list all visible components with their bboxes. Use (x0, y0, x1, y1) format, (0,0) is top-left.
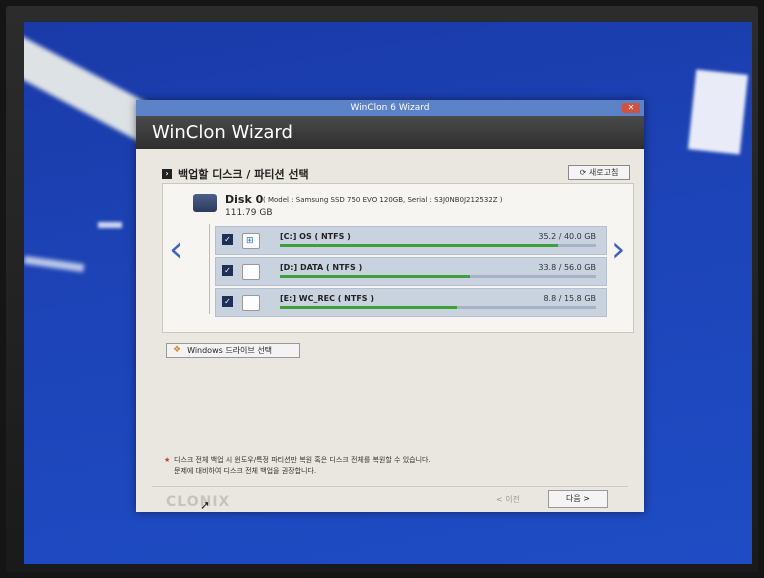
note-line-1: 디스크 전체 백업 시 윈도우/특정 파티션만 복원 혹은 디스크 전체를 복원… (174, 456, 431, 464)
partition-row[interactable]: ✓ ⊞ [C:] OS ( NTFS ) 35.2 / 40.0 GB (215, 226, 607, 255)
partition-usage-bar (280, 275, 596, 278)
partition-size: 33.8 / 56.0 GB (538, 263, 596, 272)
tree-connector (209, 224, 210, 314)
footer-divider (152, 486, 628, 487)
partition-size: 35.2 / 40.0 GB (538, 232, 596, 241)
section-title-text: 백업할 디스크 / 파티션 선택 (178, 168, 309, 181)
refresh-icon: ⟳ (579, 168, 587, 177)
partition-size: 8.8 / 15.8 GB (543, 294, 596, 303)
windows-drive-label: Windows 드라이브 선택 (187, 346, 273, 355)
screen-glare (687, 69, 749, 155)
asterisk-icon: ★ (164, 456, 171, 464)
drive-icon (242, 264, 260, 280)
disk-name: Disk 0 (225, 193, 264, 206)
monitor-bezel: WinClon 6 Wizard ✕ WinClon Wizard › 백업할 … (6, 6, 758, 572)
note-line-2: 문제에 대비하여 디스크 전체 백업을 권장합니다. (174, 467, 317, 475)
disk-model: ( Model : Samsung SSD 750 EVO 120GB, Ser… (263, 196, 503, 204)
close-button[interactable]: ✕ (622, 103, 640, 113)
partition-usage-bar (280, 244, 596, 247)
prev-disk-arrow-icon[interactable]: ‹ (169, 229, 183, 270)
partition-checkbox[interactable]: ✓ (222, 234, 233, 245)
disk-panel: Disk 0 ( Model : Samsung SSD 750 EVO 120… (162, 183, 634, 333)
next-disk-arrow-icon[interactable]: › (611, 229, 625, 270)
window-titlebar[interactable]: WinClon 6 Wizard ✕ (136, 100, 644, 116)
drive-icon (242, 295, 260, 311)
wizard-header: WinClon Wizard (136, 116, 644, 149)
desktop-screen: WinClon 6 Wizard ✕ WinClon Wizard › 백업할 … (24, 22, 752, 564)
section-marker-icon: › (162, 169, 172, 179)
next-button[interactable]: 다음 > (548, 490, 608, 508)
partition-row[interactable]: ✓ [E:] WC_REC ( NTFS ) 8.8 / 15.8 GB (215, 288, 607, 317)
screen-glare (24, 255, 85, 273)
prev-button[interactable]: < 이전 (496, 494, 520, 505)
partition-checkbox[interactable]: ✓ (222, 296, 233, 307)
mouse-cursor-icon: ➚ (200, 498, 211, 512)
windows-drive-select-button[interactable]: ❖ Windows 드라이브 선택 (166, 343, 300, 358)
partition-name: [D:] DATA ( NTFS ) (280, 263, 363, 272)
window-title: WinClon 6 Wizard (350, 103, 430, 113)
wizard-window: WinClon 6 Wizard ✕ WinClon Wizard › 백업할 … (136, 100, 644, 512)
hard-disk-icon (193, 194, 217, 212)
partition-usage-bar (280, 306, 596, 309)
disk-size: 111.79 GB (225, 208, 273, 218)
screen-glare (98, 222, 122, 228)
section-title: › 백업할 디스크 / 파티션 선택 (162, 166, 309, 182)
backup-note: ★ 디스크 전체 백업 시 윈도우/특정 파티션만 복원 혹은 디스크 전체를 … (164, 455, 431, 477)
partition-name: [E:] WC_REC ( NTFS ) (280, 294, 374, 303)
windows-drive-icon: ⊞ (242, 233, 260, 249)
partition-checkbox[interactable]: ✓ (222, 265, 233, 276)
partition-row[interactable]: ✓ [D:] DATA ( NTFS ) 33.8 / 56.0 GB (215, 257, 607, 286)
partition-name: [C:] OS ( NTFS ) (280, 232, 351, 241)
clonix-logo: CLONIX (166, 494, 231, 510)
refresh-label: 새로고침 (588, 168, 619, 177)
windows-logo-icon: ❖ (173, 345, 182, 355)
refresh-button[interactable]: ⟳ 새로고침 (568, 165, 630, 180)
